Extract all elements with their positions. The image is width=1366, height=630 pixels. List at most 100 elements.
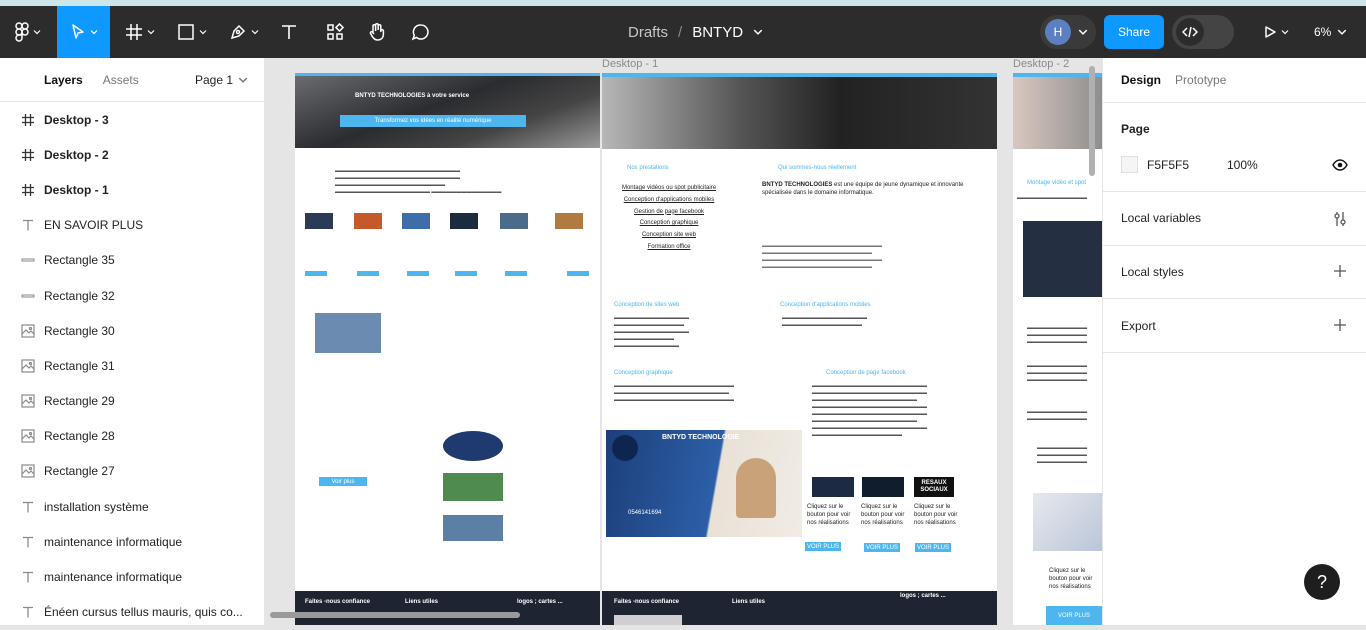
layer-row[interactable]: Desktop - 2 <box>0 137 264 172</box>
eye-icon[interactable] <box>1332 159 1348 171</box>
service-link[interactable]: Formation office <box>614 242 724 254</box>
pen-tool-button[interactable] <box>222 6 266 58</box>
tab-assets[interactable]: Assets <box>103 73 139 87</box>
service-link[interactable]: Conception site web <box>614 230 724 242</box>
layer-label: installation système <box>44 499 149 514</box>
layer-row[interactable]: maintenance informatique <box>0 559 264 594</box>
hand-tool-button[interactable] <box>362 6 392 58</box>
small-button[interactable] <box>505 271 527 276</box>
page-color-swatch[interactable] <box>1121 156 1138 173</box>
tab-layers[interactable]: Layers <box>44 73 83 87</box>
service-link[interactable]: Montage vidéos ou spot publicitaire <box>614 183 724 195</box>
chevron-down-icon <box>33 30 41 35</box>
text-lines: ▬▬▬▬▬▬▬▬▬▬▬▬▬▬▬ ▬▬▬▬▬▬▬▬▬▬▬▬▬▬ ▬▬▬▬▬▬▬▬▬… <box>614 315 689 349</box>
image-icon <box>20 323 36 339</box>
small-button[interactable] <box>455 271 477 276</box>
small-button[interactable] <box>357 271 379 276</box>
small-button[interactable] <box>567 271 589 276</box>
chevron-down-icon <box>1078 29 1088 35</box>
plus-icon[interactable] <box>1334 319 1346 331</box>
footer-heading: Faites -nous confiance <box>305 599 371 605</box>
layer-row[interactable]: installation système <box>0 489 264 524</box>
image-icon <box>20 428 36 444</box>
layer-row[interactable]: Desktop - 3 <box>0 102 264 137</box>
dev-mode-knob <box>1176 18 1204 46</box>
page-opacity-value[interactable]: 100% <box>1227 158 1258 172</box>
comment-tool-button[interactable] <box>406 6 436 58</box>
service-link[interactable]: Conception d'applications mobiles <box>614 195 724 207</box>
handshake-image <box>443 473 503 501</box>
voir-plus-button[interactable]: VOIR PLUS <box>915 543 951 552</box>
layer-row[interactable]: Rectangle 30 <box>0 313 264 348</box>
section-heading: Qui sommes-nous réellement <box>778 165 857 171</box>
move-tool-button[interactable] <box>57 6 110 58</box>
cta-button[interactable]: Voir plus <box>319 477 367 486</box>
multiplayer-avatars[interactable]: H <box>1040 15 1096 49</box>
present-button[interactable] <box>1256 6 1296 58</box>
intro-lines: ▬▬▬▬▬▬▬▬▬▬▬▬▬▬▬▬▬▬▬▬▬▬▬▬▬ ▬▬▬▬▬▬▬▬▬▬▬▬▬▬… <box>335 168 502 195</box>
tab-prototype[interactable]: Prototype <box>1175 73 1226 87</box>
main-menu-button[interactable] <box>0 6 56 58</box>
footer: Faites -nous confiance Liens utiles logo… <box>602 591 997 625</box>
zoom-menu[interactable]: 6% <box>1314 6 1347 58</box>
service-link[interactable]: Gestion de page facebook <box>614 207 724 219</box>
thumbnail <box>500 213 528 229</box>
layer-row[interactable]: Rectangle 28 <box>0 419 264 454</box>
left-panel-tabs: Layers Assets Page 1 <box>0 58 264 102</box>
avatar: H <box>1045 19 1071 45</box>
voir-plus-button[interactable]: VOIR PLUS <box>864 543 900 552</box>
chevron-down-icon[interactable] <box>753 27 763 37</box>
frame-label[interactable]: Desktop - 2 <box>1013 58 1069 70</box>
small-button[interactable] <box>407 271 429 276</box>
canvas[interactable]: BNTYD TECHNOLOGIES à votre service Trans… <box>265 58 1102 625</box>
breadcrumb-project[interactable]: Drafts <box>628 24 668 41</box>
layer-row[interactable]: Rectangle 29 <box>0 384 264 419</box>
layer-row[interactable]: maintenance informatique <box>0 524 264 559</box>
share-button[interactable]: Share <box>1104 15 1164 49</box>
local-styles-label[interactable]: Local styles <box>1121 265 1184 279</box>
layer-row[interactable]: Rectangle 27 <box>0 454 264 489</box>
small-button[interactable] <box>305 271 327 276</box>
horizontal-scrollbar[interactable] <box>270 612 520 618</box>
plus-icon[interactable] <box>1334 265 1346 277</box>
variables-sliders-icon[interactable] <box>1333 211 1347 227</box>
layer-row[interactable]: Rectangle 32 <box>0 278 264 313</box>
laptop-image <box>443 515 503 541</box>
file-name[interactable]: BNTYD <box>692 24 743 41</box>
services-list: Montage vidéos ou spot publicitaire Conce… <box>614 183 744 254</box>
resources-button[interactable] <box>320 6 350 58</box>
text-tool-button[interactable] <box>274 6 304 58</box>
page-selector[interactable]: Page 1 <box>195 58 248 102</box>
dev-mode-toggle[interactable] <box>1172 15 1234 49</box>
export-label[interactable]: Export <box>1121 319 1156 333</box>
frame-label[interactable]: Desktop - 1 <box>602 58 658 70</box>
card-caption: Cliquez sur le bouton pour voir nos réal… <box>1049 568 1093 590</box>
thumbnail <box>305 213 333 229</box>
shape-tool-button[interactable] <box>170 6 214 58</box>
hero-button[interactable]: Transformez vos idées en réalité numériq… <box>340 115 526 127</box>
layer-row[interactable]: Desktop - 1 <box>0 172 264 207</box>
voir-plus-button[interactable]: VOIR PLUS <box>1046 606 1102 625</box>
play-icon <box>1265 26 1276 38</box>
footer: Faites -nous confiance Liens utiles logo… <box>295 591 600 625</box>
vertical-scrollbar[interactable] <box>1089 66 1095 176</box>
text-lines: ▬▬▬▬▬▬▬▬▬▬▬▬ ▬▬▬▬▬▬▬▬▬▬▬▬ ▬▬▬▬▬▬▬▬▬▬▬▬ <box>1027 325 1087 345</box>
voir-plus-button[interactable]: VOIR PLUS <box>805 542 841 551</box>
frame-icon <box>20 147 36 163</box>
help-button[interactable]: ? <box>1304 564 1340 600</box>
layer-row[interactable]: Rectangle 31 <box>0 348 264 383</box>
frame-desktop-3[interactable]: BNTYD TECHNOLOGIES à votre service Trans… <box>295 73 600 625</box>
layer-label: maintenance informatique <box>44 570 183 585</box>
card-caption: Cliquez sur le bouton pour voir nos réal… <box>861 504 905 526</box>
tab-design[interactable]: Design <box>1121 73 1161 87</box>
frame-tool-button[interactable] <box>118 6 162 58</box>
chevron-down-icon <box>1338 29 1347 35</box>
intro-paragraph: BNTYD TECHNOLOGIES est une équipe de jeu… <box>762 181 992 197</box>
layer-row[interactable]: Rectangle 35 <box>0 243 264 278</box>
service-link[interactable]: Conception graphique <box>614 218 724 230</box>
frame-desktop-1[interactable]: Nos prestations Qui sommes-nous réelleme… <box>602 73 997 625</box>
layer-row[interactable]: EN SAVOIR PLUS <box>0 208 264 243</box>
chevron-down-icon <box>238 77 248 83</box>
page-color-value[interactable]: F5F5F5 <box>1147 158 1189 172</box>
local-variables-label[interactable]: Local variables <box>1121 211 1201 225</box>
